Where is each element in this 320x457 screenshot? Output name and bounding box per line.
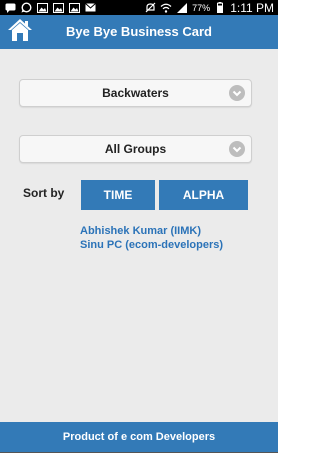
status-bar: 77% 1:11 PM bbox=[0, 0, 278, 15]
contact-link[interactable]: Abhishek Kumar (IIMK) bbox=[80, 224, 270, 238]
messages-icon bbox=[4, 2, 16, 13]
wifi-icon bbox=[160, 2, 172, 13]
status-clock: 1:11 PM bbox=[230, 0, 274, 15]
photo-icon bbox=[36, 2, 48, 13]
battery-icon bbox=[214, 2, 226, 13]
home-button[interactable] bbox=[6, 18, 34, 46]
mute-icon bbox=[144, 2, 156, 13]
home-icon bbox=[7, 18, 33, 47]
signal-icon bbox=[176, 2, 188, 13]
location-select-value: Backwaters bbox=[102, 86, 169, 100]
system-icons: 77% 1:11 PM bbox=[144, 1, 274, 15]
chevron-down-icon bbox=[229, 141, 245, 157]
chevron-down-icon bbox=[229, 85, 245, 101]
app-screen: 77% 1:11 PM Bye Bye Business Card Backwa… bbox=[0, 0, 278, 457]
contact-list: Abhishek Kumar (IIMK) Sinu PC (ecom-deve… bbox=[80, 224, 270, 252]
bottom-divider bbox=[0, 452, 278, 457]
sort-label: Sort by bbox=[23, 186, 65, 200]
location-select[interactable]: Backwaters bbox=[19, 79, 252, 107]
battery-percent: 77% bbox=[192, 2, 211, 13]
email-icon bbox=[84, 2, 96, 13]
footer-bar: Product of e com Developers bbox=[0, 422, 278, 452]
contact-link[interactable]: Sinu PC (ecom-developers) bbox=[80, 238, 270, 252]
sort-time-button[interactable]: TIME bbox=[81, 180, 155, 210]
app-title: Bye Bye Business Card bbox=[66, 24, 212, 39]
sort-alpha-button[interactable]: ALPHA bbox=[159, 180, 248, 210]
group-select[interactable]: All Groups bbox=[19, 135, 252, 163]
photo-icon bbox=[68, 2, 80, 13]
notification-icons bbox=[4, 2, 96, 13]
group-select-value: All Groups bbox=[104, 142, 167, 156]
photo-icon bbox=[52, 2, 64, 13]
whatsapp-icon bbox=[20, 2, 32, 13]
app-header: Bye Bye Business Card bbox=[0, 15, 278, 49]
